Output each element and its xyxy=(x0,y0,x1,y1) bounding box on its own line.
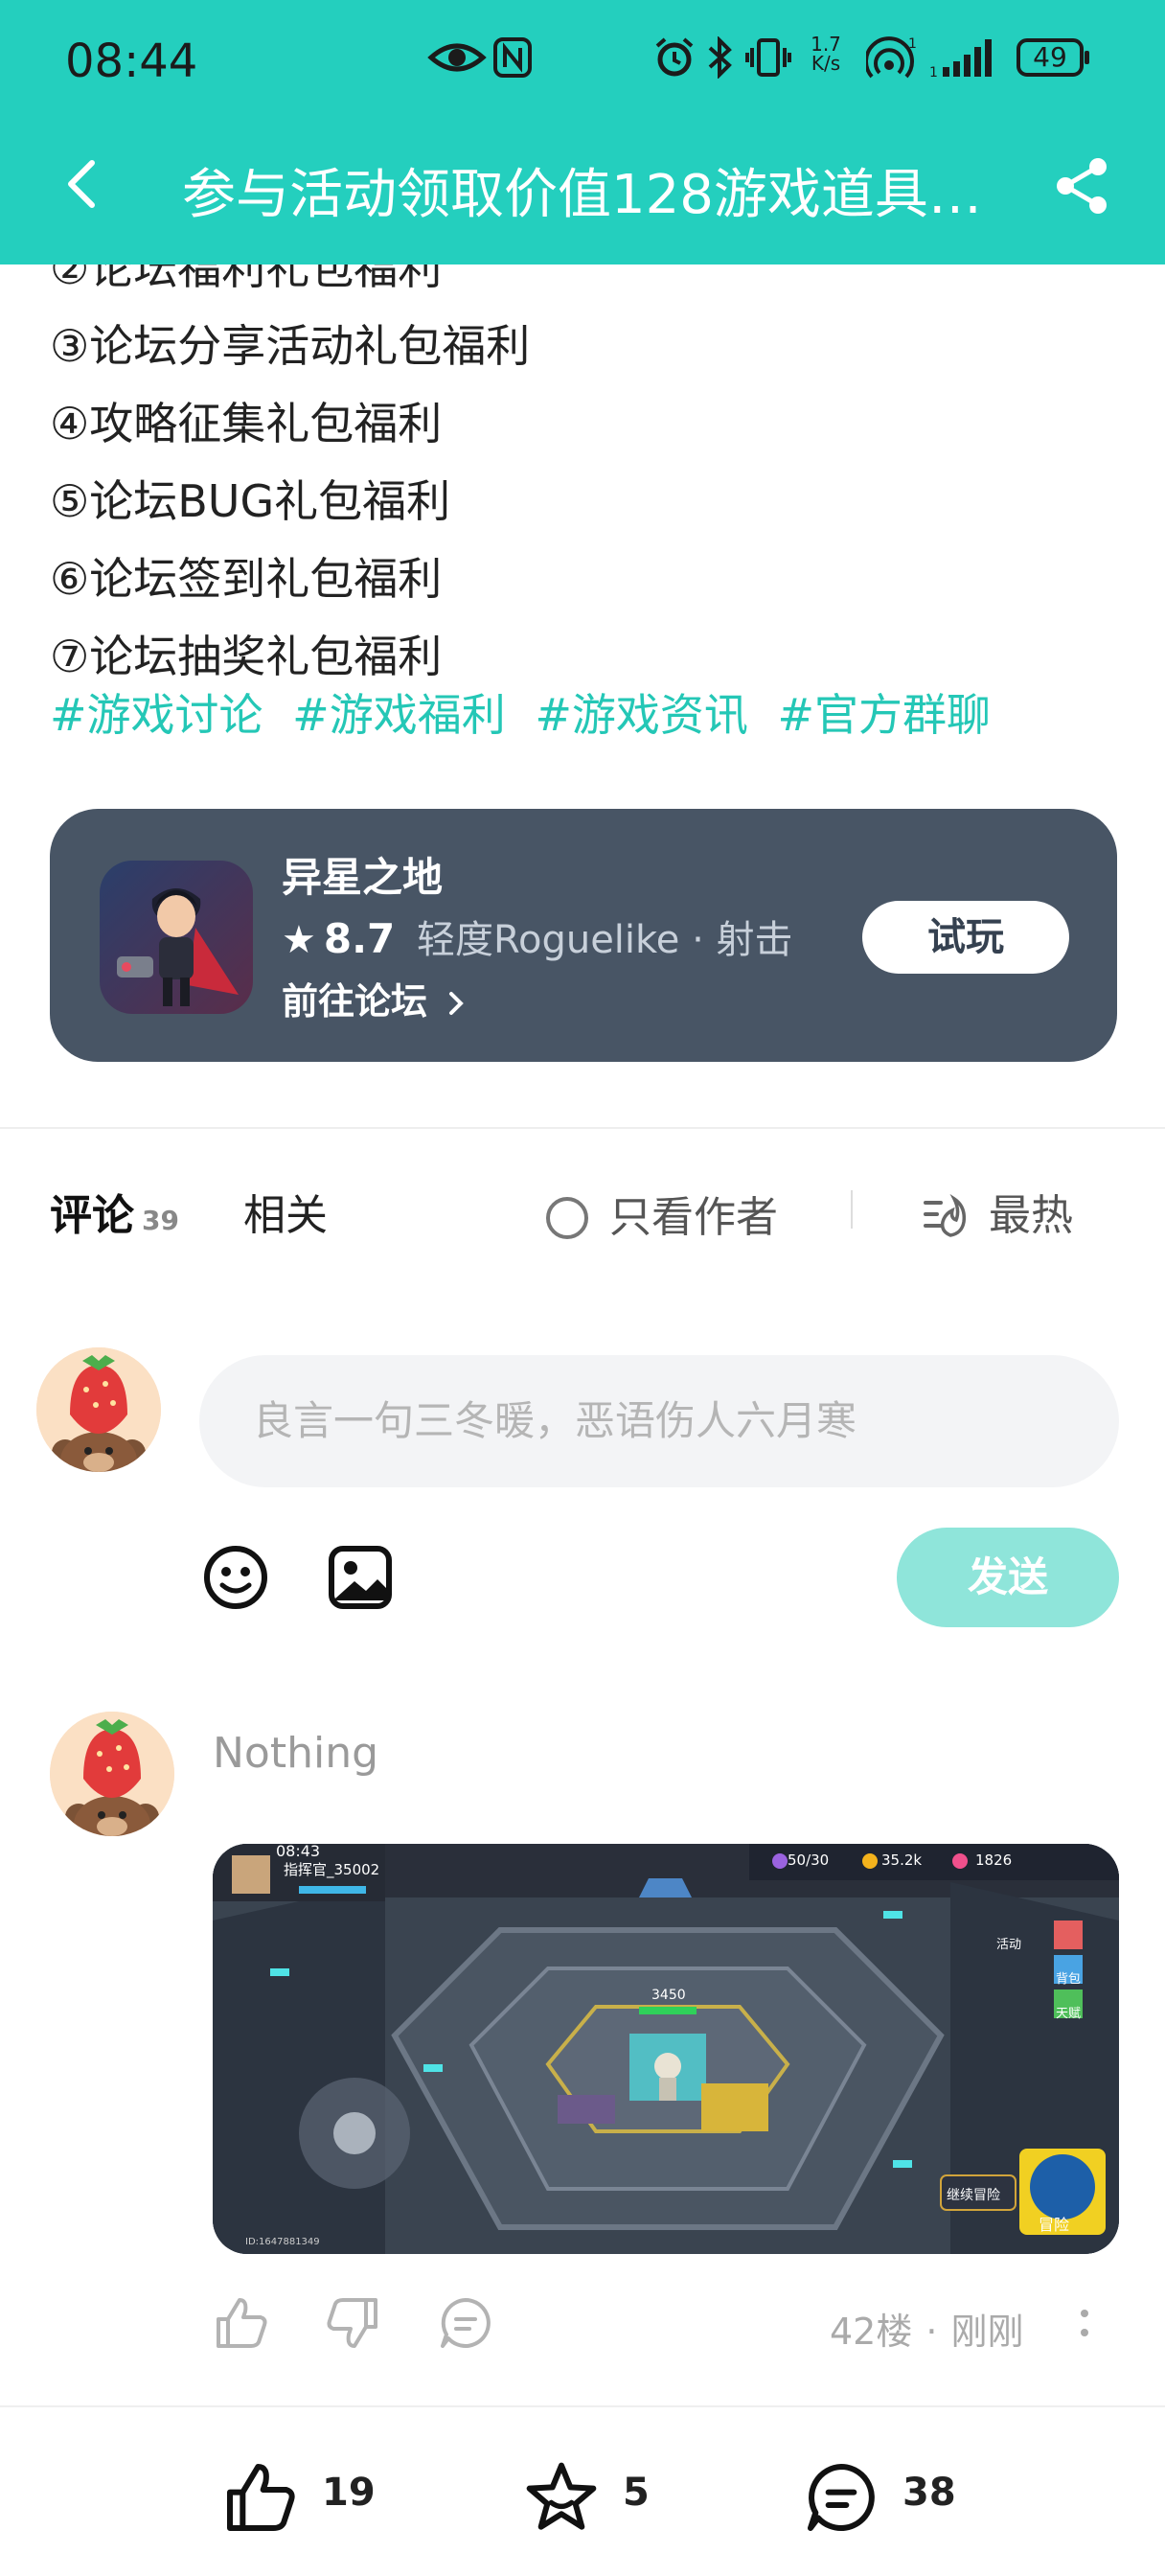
comment-username[interactable]: Nothing xyxy=(213,1729,378,1778)
nfc-icon xyxy=(493,37,532,78)
svg-text:1: 1 xyxy=(929,65,938,79)
game-genre: 轻度Roguelike · 射击 xyxy=(416,918,793,962)
fire-sort-icon xyxy=(924,1193,967,1237)
battery-level: 49 xyxy=(1033,41,1067,73)
signal-icon: 1 xyxy=(929,39,992,79)
status-bar: 08:44 1.7 K/s 1 1 49 xyxy=(0,0,1165,115)
like-icon[interactable] xyxy=(213,2294,270,2352)
comment-button[interactable]: 38 xyxy=(803,2459,956,2536)
tag-link[interactable]: #游戏资讯 xyxy=(535,689,748,741)
like-count: 19 xyxy=(322,2471,376,2515)
share-icon[interactable] xyxy=(1052,155,1113,217)
chevron-right-icon xyxy=(449,992,465,1015)
comment-count: 38 xyxy=(902,2471,956,2515)
game-meta: ★ 8.7 轻度Roguelike · 射击 xyxy=(282,908,793,964)
game-energy: 50/30 xyxy=(788,1852,830,1869)
battery-indicator: 49 xyxy=(1016,36,1092,79)
comment-tabs: 评论 39 相关 只看作者 最热 xyxy=(0,1173,1165,1250)
back-icon[interactable] xyxy=(54,153,115,215)
emoji-icon[interactable] xyxy=(201,1543,270,1612)
avatar[interactable] xyxy=(50,1712,174,1836)
hotspot-icon: 1 xyxy=(866,36,917,79)
game-adventure-label: 冒险 xyxy=(1039,2216,1070,2234)
alarm-icon xyxy=(655,37,694,77)
send-button[interactable]: 发送 xyxy=(897,1528,1119,1627)
thumbs-up-icon xyxy=(227,2464,295,2531)
game-uid: ID:1647881349 xyxy=(245,2237,320,2247)
comment-time: 刚刚 xyxy=(950,2311,1024,2353)
comment-icon xyxy=(808,2464,875,2531)
image-icon[interactable] xyxy=(326,1543,395,1612)
star-icon: ★ xyxy=(282,918,316,962)
forum-link-label: 前往论坛 xyxy=(282,980,428,1023)
tag-link[interactable]: #游戏讨论 xyxy=(50,689,263,741)
favorite-button[interactable]: 5 xyxy=(523,2459,650,2536)
game-gems: 1826 xyxy=(975,1852,1013,1869)
reply-icon[interactable] xyxy=(437,2294,494,2352)
section-divider xyxy=(0,1127,1165,1129)
svg-text:1: 1 xyxy=(908,36,917,52)
tag-link[interactable]: #游戏福利 xyxy=(292,689,506,741)
comment-input[interactable]: 良言一句三冬暖，恶语伤人六月寒 xyxy=(199,1355,1119,1487)
status-time: 08:44 xyxy=(65,34,198,88)
article-line: ③论坛分享活动礼包福利 xyxy=(50,320,531,372)
game-score: 8.7 xyxy=(323,915,396,962)
tab-comments-label: 评论 xyxy=(50,1191,134,1240)
forum-link[interactable]: 前往论坛 xyxy=(282,972,467,1024)
article-body: ②论坛福利礼包福利 ③论坛分享活动礼包福利 ④攻略征集礼包福利 ⑤论坛BUG礼包… xyxy=(50,230,1123,696)
header: 参与活动领取价值128游戏道具… xyxy=(0,134,1165,249)
radio-icon xyxy=(546,1197,588,1239)
game-side-label: 背包 xyxy=(1056,1972,1082,1987)
game-coins: 35.2k xyxy=(881,1852,923,1869)
game-time: 08:43 xyxy=(276,1844,321,1860)
tab-separator xyxy=(851,1190,853,1229)
like-button[interactable]: 19 xyxy=(222,2459,376,2536)
tag-link[interactable]: #官方群聊 xyxy=(778,689,992,741)
only-author-toggle[interactable]: 只看作者 xyxy=(546,1183,778,1244)
game-icon xyxy=(100,861,253,1014)
dislike-icon[interactable] xyxy=(324,2294,381,2352)
article-line: ⑤论坛BUG礼包福利 xyxy=(50,475,451,527)
try-play-button[interactable]: 试玩 xyxy=(862,901,1069,974)
top-bar: 08:44 1.7 K/s 1 1 49 参与活动领取价值128游戏道具… xyxy=(0,0,1165,264)
avatar[interactable] xyxy=(36,1347,161,1472)
eye-comfort-icon xyxy=(427,43,487,72)
only-author-label: 只看作者 xyxy=(609,1193,778,1242)
sort-hot-button[interactable]: 最热 xyxy=(922,1181,1073,1242)
network-speed: 1.7 K/s xyxy=(811,33,841,75)
game-side-label: 活动 xyxy=(996,1938,1022,1952)
game-continue-label: 继续冒险 xyxy=(947,2188,1000,2203)
article-line: ⑥论坛签到礼包福利 xyxy=(50,553,443,605)
comment-screenshot[interactable]: 08:43 指挥官_35002 50/30 35.2k 1826 3450 继续… xyxy=(213,1844,1119,2254)
game-side-label: 天赋 xyxy=(1056,2007,1082,2021)
more-icon[interactable] xyxy=(1075,2304,1094,2342)
vibrate-icon xyxy=(745,38,791,77)
game-player-name: 指挥官_35002 xyxy=(284,1861,380,1878)
comment-meta: 42楼 · 刚刚 xyxy=(830,2311,1024,2353)
star-icon xyxy=(526,2462,597,2530)
tab-comments[interactable]: 评论 39 xyxy=(50,1181,179,1242)
tag-list: #游戏讨论 #游戏福利 #游戏资讯 #官方群聊 xyxy=(50,680,1006,744)
game-name: 异星之地 xyxy=(282,854,444,901)
game-hp: 3450 xyxy=(651,1988,686,2003)
tab-related[interactable]: 相关 xyxy=(243,1181,328,1242)
bluetooth-icon xyxy=(708,36,732,79)
sort-label: 最热 xyxy=(989,1191,1073,1240)
article-line: ④攻略征集礼包福利 xyxy=(50,398,443,449)
comments-count: 39 xyxy=(142,1205,179,1236)
comment-floor: 42楼 xyxy=(830,2311,913,2353)
game-card[interactable]: 异星之地 ★ 8.7 轻度Roguelike · 射击 前往论坛 试玩 xyxy=(50,809,1117,1062)
bottom-action-bar: 19 5 38 xyxy=(0,2405,1165,2576)
favorite-count: 5 xyxy=(623,2471,650,2515)
page-title: 参与活动领取价值128游戏道具… xyxy=(182,164,982,226)
